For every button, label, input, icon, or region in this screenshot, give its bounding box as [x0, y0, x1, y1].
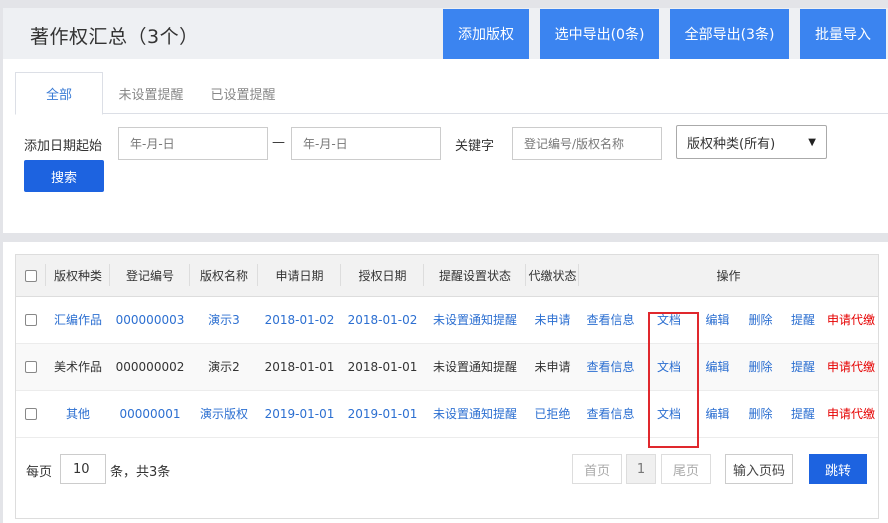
view-info-link[interactable]: 查看信息: [579, 296, 642, 344]
tab-no-reminder[interactable]: 未设置提醒: [111, 72, 191, 114]
row-pay-status: 未申请: [526, 343, 579, 391]
row-grant-date: 2018-01-01: [341, 343, 424, 391]
keyword-label: 关键字: [455, 139, 495, 154]
jump-button[interactable]: 跳转: [809, 454, 867, 484]
category-select-value: 版权种类(所有): [687, 136, 776, 152]
row-apply-date[interactable]: 2018-01-02: [258, 296, 341, 344]
current-page-button[interactable]: 1: [626, 454, 656, 484]
row-reg-no[interactable]: 000000003: [110, 296, 190, 344]
date-start-input[interactable]: [130, 136, 256, 151]
select-all-checkbox[interactable]: [25, 269, 37, 282]
col-apply-date: 申请日期: [258, 255, 341, 297]
remind-link[interactable]: 提醒: [782, 296, 824, 344]
row-reminder[interactable]: 未设置通知提醒: [424, 296, 526, 344]
select-all-cell: [16, 255, 46, 297]
keyword-input[interactable]: [524, 136, 650, 151]
row-category: 美术作品: [46, 343, 110, 391]
remind-link[interactable]: 提醒: [782, 343, 824, 391]
total-count-text: 条，共3条: [110, 465, 171, 480]
edit-link[interactable]: 编辑: [696, 343, 739, 391]
delete-link[interactable]: 删除: [739, 390, 782, 438]
row-apply-date: 2018-01-01: [258, 343, 341, 391]
category-select[interactable]: 版权种类(所有) ▼: [676, 125, 827, 159]
row-checkbox[interactable]: [25, 408, 37, 420]
row-grant-date[interactable]: 2019-01-01: [341, 390, 424, 438]
view-info-link[interactable]: 查看信息: [579, 343, 642, 391]
row-reminder[interactable]: 未设置通知提醒: [424, 390, 526, 438]
add-copyright-button[interactable]: 添加版权: [443, 9, 529, 59]
apply-payment-link[interactable]: 申请代缴: [824, 390, 879, 438]
delete-link[interactable]: 删除: [739, 343, 782, 391]
col-reg-no: 登记编号: [110, 255, 190, 297]
row-checkbox[interactable]: [25, 314, 37, 326]
export-all-button[interactable]: 全部导出(3条): [670, 9, 789, 59]
filter-panel: 全部 未设置提醒 已设置提醒 添加日期起始 — 关键字 版权种类(所有) ▼ 搜…: [3, 59, 888, 233]
tab-all[interactable]: 全部: [15, 72, 103, 115]
edit-link[interactable]: 编辑: [696, 296, 739, 344]
tab-reminder-set[interactable]: 已设置提醒: [203, 72, 283, 114]
table-row: 其他 00000001 演示版权 2019-01-01 2019-01-01 未…: [16, 390, 879, 438]
document-link[interactable]: 文档: [642, 390, 696, 438]
page-title: 著作权汇总（3个）: [30, 26, 199, 48]
row-reminder: 未设置通知提醒: [424, 343, 526, 391]
search-button[interactable]: 搜索: [24, 160, 104, 192]
apply-payment-link[interactable]: 申请代缴: [824, 343, 879, 391]
row-grant-date[interactable]: 2018-01-02: [341, 296, 424, 344]
row-reg-no: 000000002: [110, 343, 190, 391]
table-row: 汇编作品 000000003 演示3 2018-01-02 2018-01-02…: [16, 296, 879, 344]
table-header-row: 版权种类 登记编号 版权名称 申请日期 授权日期 提醒设置状态 代缴状态 操作: [16, 255, 879, 297]
col-pay-status: 代缴状态: [526, 255, 579, 297]
remind-link[interactable]: 提醒: [782, 390, 824, 438]
delete-link[interactable]: 删除: [739, 296, 782, 344]
document-link[interactable]: 文档: [642, 343, 696, 391]
row-checkbox[interactable]: [25, 361, 37, 373]
row-category[interactable]: 其他: [46, 390, 110, 438]
col-reminder: 提醒设置状态: [424, 255, 526, 297]
col-grant-date: 授权日期: [341, 255, 424, 297]
row-pay-status[interactable]: 已拒绝: [526, 390, 579, 438]
batch-import-button[interactable]: 批量导入: [800, 9, 886, 59]
export-selected-button[interactable]: 选中导出(0条): [540, 9, 659, 59]
col-name: 版权名称: [190, 255, 258, 297]
dropdown-arrow-icon: ▼: [808, 136, 816, 148]
tab-bar: 全部 未设置提醒 已设置提醒: [15, 72, 888, 115]
date-start-field[interactable]: [118, 127, 268, 160]
row-pay-status[interactable]: 未申请: [526, 296, 579, 344]
date-separator: —: [272, 135, 285, 150]
row-category[interactable]: 汇编作品: [46, 296, 110, 344]
row-name[interactable]: 演示3: [190, 296, 258, 344]
row-name[interactable]: 演示版权: [190, 390, 258, 438]
row-name: 演示2: [190, 343, 258, 391]
per-page-input[interactable]: 10: [60, 454, 106, 484]
per-page-label: 每页: [26, 465, 53, 480]
date-label: 添加日期起始: [24, 139, 103, 154]
apply-payment-link[interactable]: 申请代缴: [824, 296, 879, 344]
table-row: 美术作品 000000002 演示2 2018-01-01 2018-01-01…: [16, 343, 879, 391]
keyword-field[interactable]: [512, 127, 662, 160]
row-apply-date[interactable]: 2019-01-01: [258, 390, 341, 438]
view-info-link[interactable]: 查看信息: [579, 390, 642, 438]
edit-link[interactable]: 编辑: [696, 390, 739, 438]
page-number-input[interactable]: 输入页码: [725, 454, 793, 484]
row-reg-no[interactable]: 00000001: [110, 390, 190, 438]
table-panel: 版权种类 登记编号 版权名称 申请日期 授权日期 提醒设置状态 代缴状态 操作 …: [3, 242, 888, 523]
document-link[interactable]: 文档: [642, 296, 696, 344]
date-end-field[interactable]: [291, 127, 441, 160]
first-page-button[interactable]: 首页: [572, 454, 622, 484]
col-category: 版权种类: [46, 255, 110, 297]
date-end-input[interactable]: [303, 136, 429, 151]
copyright-table: 版权种类 登记编号 版权名称 申请日期 授权日期 提醒设置状态 代缴状态 操作 …: [15, 254, 879, 519]
col-actions: 操作: [579, 255, 879, 297]
last-page-button[interactable]: 尾页: [661, 454, 711, 484]
